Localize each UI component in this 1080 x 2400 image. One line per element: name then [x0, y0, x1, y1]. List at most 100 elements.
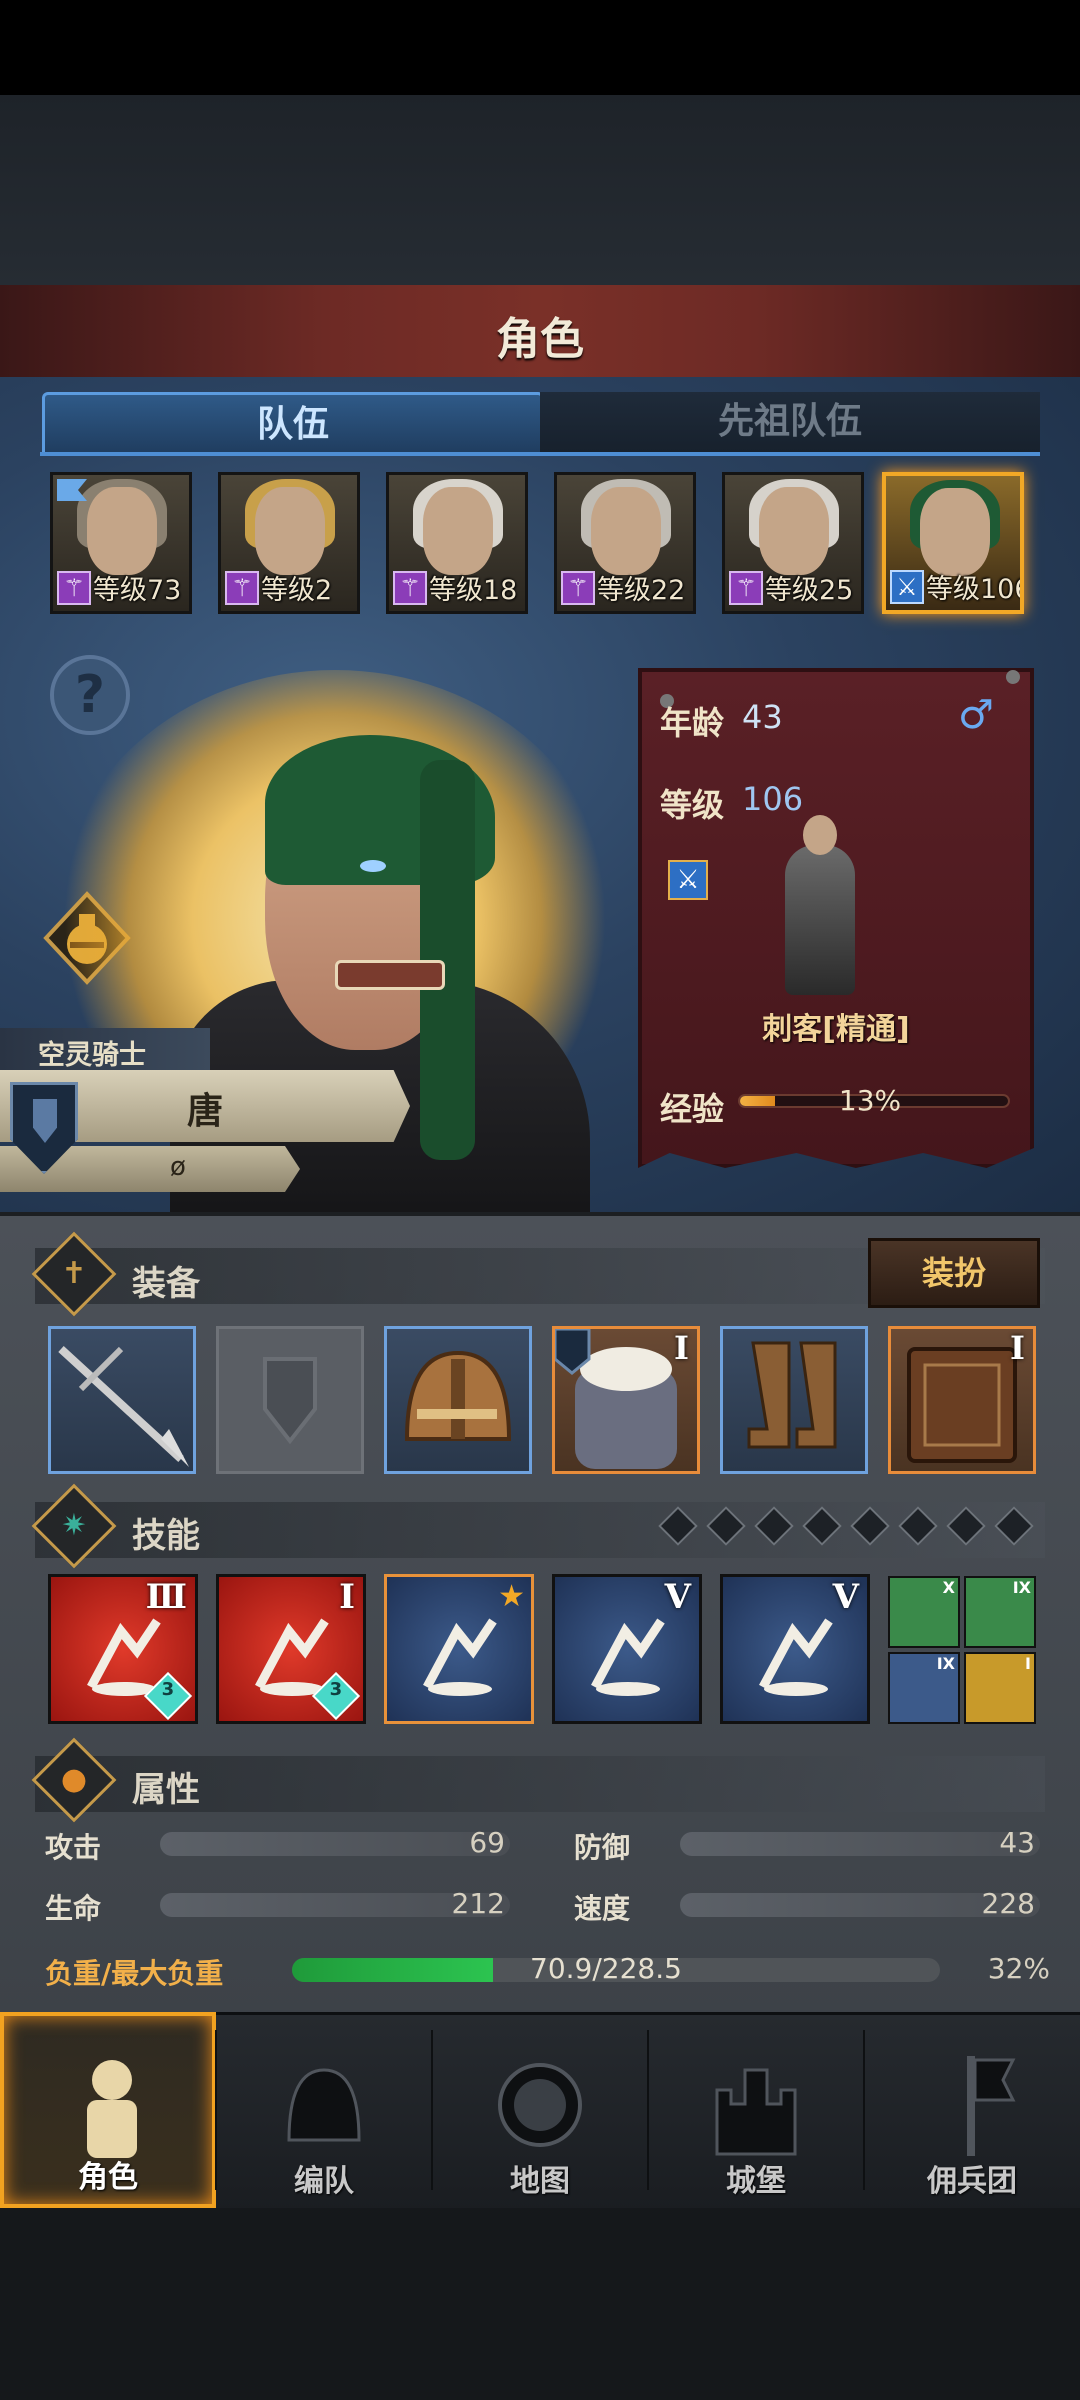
- tab-team-label: 队伍: [256, 404, 329, 445]
- nav-divider: [431, 2030, 433, 2190]
- portrait-face: [759, 487, 829, 575]
- staff-icon: ⚚: [729, 571, 763, 605]
- gem-count: 3: [161, 1678, 175, 1700]
- skill-tier: IX: [1012, 1578, 1031, 1597]
- skill-slot[interactable]: V: [552, 1574, 702, 1724]
- skills-title: 技能: [132, 1516, 200, 1556]
- banner-icon: [927, 2050, 1017, 2160]
- spear-weapon-icon: [58, 1346, 189, 1467]
- equip-slot-spear-weapon[interactable]: [48, 1326, 196, 1474]
- dagger-icon: ⚔: [668, 860, 708, 900]
- small-skill-slot[interactable]: X: [888, 1576, 960, 1648]
- boots-icon: [747, 1341, 837, 1449]
- portrait-face: [591, 487, 661, 575]
- equip-slot-empty-shield[interactable]: [216, 1326, 364, 1474]
- portrait-level: 等级106: [926, 574, 1024, 605]
- level-label: 等级: [660, 786, 725, 824]
- portrait-face: [87, 487, 157, 575]
- hero-mouth: [335, 960, 445, 990]
- hero-eye: [360, 860, 386, 872]
- gem-count: 3: [329, 1678, 343, 1700]
- skill-slot[interactable]: V: [720, 1574, 870, 1724]
- skill-tier: V: [664, 1577, 691, 1617]
- tab-team[interactable]: 队伍: [42, 392, 544, 455]
- staff-icon: ⚚: [57, 571, 91, 605]
- nav-castle[interactable]: 城堡: [648, 2012, 864, 2208]
- life-value: 212: [451, 1887, 505, 1920]
- equip-slot-boots[interactable]: [720, 1326, 868, 1474]
- nav-banner[interactable]: 佣兵团: [864, 2012, 1080, 2208]
- dress-up-button[interactable]: 装扮: [868, 1238, 1040, 1308]
- level-value: 106: [742, 780, 804, 818]
- portrait-level: 等级22: [597, 575, 686, 606]
- equip-slot-helmet[interactable]: [384, 1326, 532, 1474]
- helmet-icon: [279, 2050, 369, 2160]
- portrait-level: 等级25: [765, 575, 854, 606]
- skill-glyph-icon: [753, 1611, 839, 1697]
- skill-tier: V: [832, 1577, 859, 1617]
- class-figure-head: [803, 815, 837, 855]
- tab-ancestor-team-label: 先祖队伍: [717, 401, 862, 442]
- age-label: 年龄: [660, 704, 725, 742]
- equip-slot-fur-armor[interactable]: I: [552, 1326, 700, 1474]
- nav-helmet[interactable]: 编队: [216, 2012, 432, 2208]
- roster-portrait[interactable]: ⚔ 等级106: [882, 472, 1024, 614]
- tier-numeral: I: [674, 1329, 689, 1367]
- attributes-title: 属性: [132, 1770, 200, 1810]
- roster-portrait[interactable]: ⚚ 等级18: [386, 472, 528, 614]
- nav-label: 佣兵团: [927, 2164, 1017, 2199]
- tab-underline: [40, 452, 1040, 456]
- life-label: 生命: [45, 1892, 102, 1925]
- skill-tier: Ⅲ: [145, 1577, 187, 1617]
- nav-label: 编队: [294, 2164, 354, 2199]
- roster-portrait[interactable]: ⚚ 等级73: [50, 472, 192, 614]
- load-bar-fill: [292, 1958, 493, 1982]
- roster-portrait[interactable]: ⚚ 等级22: [554, 472, 696, 614]
- skill-glyph-icon: [585, 1611, 671, 1697]
- equip-slot-book[interactable]: I: [888, 1326, 1036, 1474]
- skill-slot[interactable]: Ⅲ3: [48, 1574, 198, 1724]
- skill-tier: IX: [936, 1654, 955, 1673]
- tab-ancestor-team[interactable]: 先祖队伍: [540, 392, 1040, 452]
- rivet-icon: [1006, 670, 1020, 684]
- castle-icon: [711, 2050, 801, 2160]
- nav-label: 城堡: [726, 2164, 786, 2199]
- dagger-icon: ⚔: [890, 570, 924, 604]
- bottom-area: [0, 2208, 1080, 2400]
- help-button[interactable]: ?: [50, 655, 130, 735]
- status-bar-area: [0, 0, 1080, 95]
- hero-symbol: ø: [170, 1152, 186, 1182]
- class-name: 刺客[精通]: [762, 1012, 910, 1047]
- exp-bar-fill: [740, 1096, 775, 1106]
- load-percent: 32%: [987, 1952, 1050, 1985]
- page-title: 角色: [496, 314, 584, 365]
- age-value: 43: [742, 698, 783, 736]
- speed-label: 速度: [574, 1892, 631, 1925]
- speed-value: 228: [981, 1887, 1035, 1920]
- top-background: [0, 95, 1080, 285]
- title-banner: 角色: [0, 285, 1080, 381]
- small-skill-slot[interactable]: IX: [964, 1576, 1036, 1648]
- nav-knight[interactable]: 角色: [0, 2012, 216, 2208]
- load-label: 负重/最大负重: [45, 1957, 224, 1990]
- tier-numeral: I: [1010, 1329, 1025, 1367]
- defense-value: 43: [999, 1826, 1035, 1859]
- staff-icon: ⚚: [393, 571, 427, 605]
- flag-icon: [57, 479, 87, 501]
- skill-tier: I: [1025, 1654, 1031, 1673]
- dress-up-label: 装扮: [921, 1254, 986, 1292]
- skill-slot[interactable]: I3: [216, 1574, 366, 1724]
- roster-portrait[interactable]: ⚚ 等级2: [218, 472, 360, 614]
- nav-label: 角色: [78, 2160, 138, 2195]
- portrait-face: [423, 487, 493, 575]
- portrait-level: 等级2: [261, 575, 333, 606]
- small-skill-slot[interactable]: I: [964, 1652, 1036, 1724]
- rank-tag: 空灵骑士: [0, 1028, 210, 1071]
- nav-divider: [863, 2030, 865, 2190]
- equipment-title: 装备: [132, 1264, 200, 1304]
- roster-portrait[interactable]: ⚚ 等级25: [722, 472, 864, 614]
- small-skill-slot[interactable]: IX: [888, 1652, 960, 1724]
- skill-slot[interactable]: ★: [384, 1574, 534, 1724]
- nav-compass[interactable]: 地图: [432, 2012, 648, 2208]
- skill-glyph-icon: [417, 1611, 503, 1697]
